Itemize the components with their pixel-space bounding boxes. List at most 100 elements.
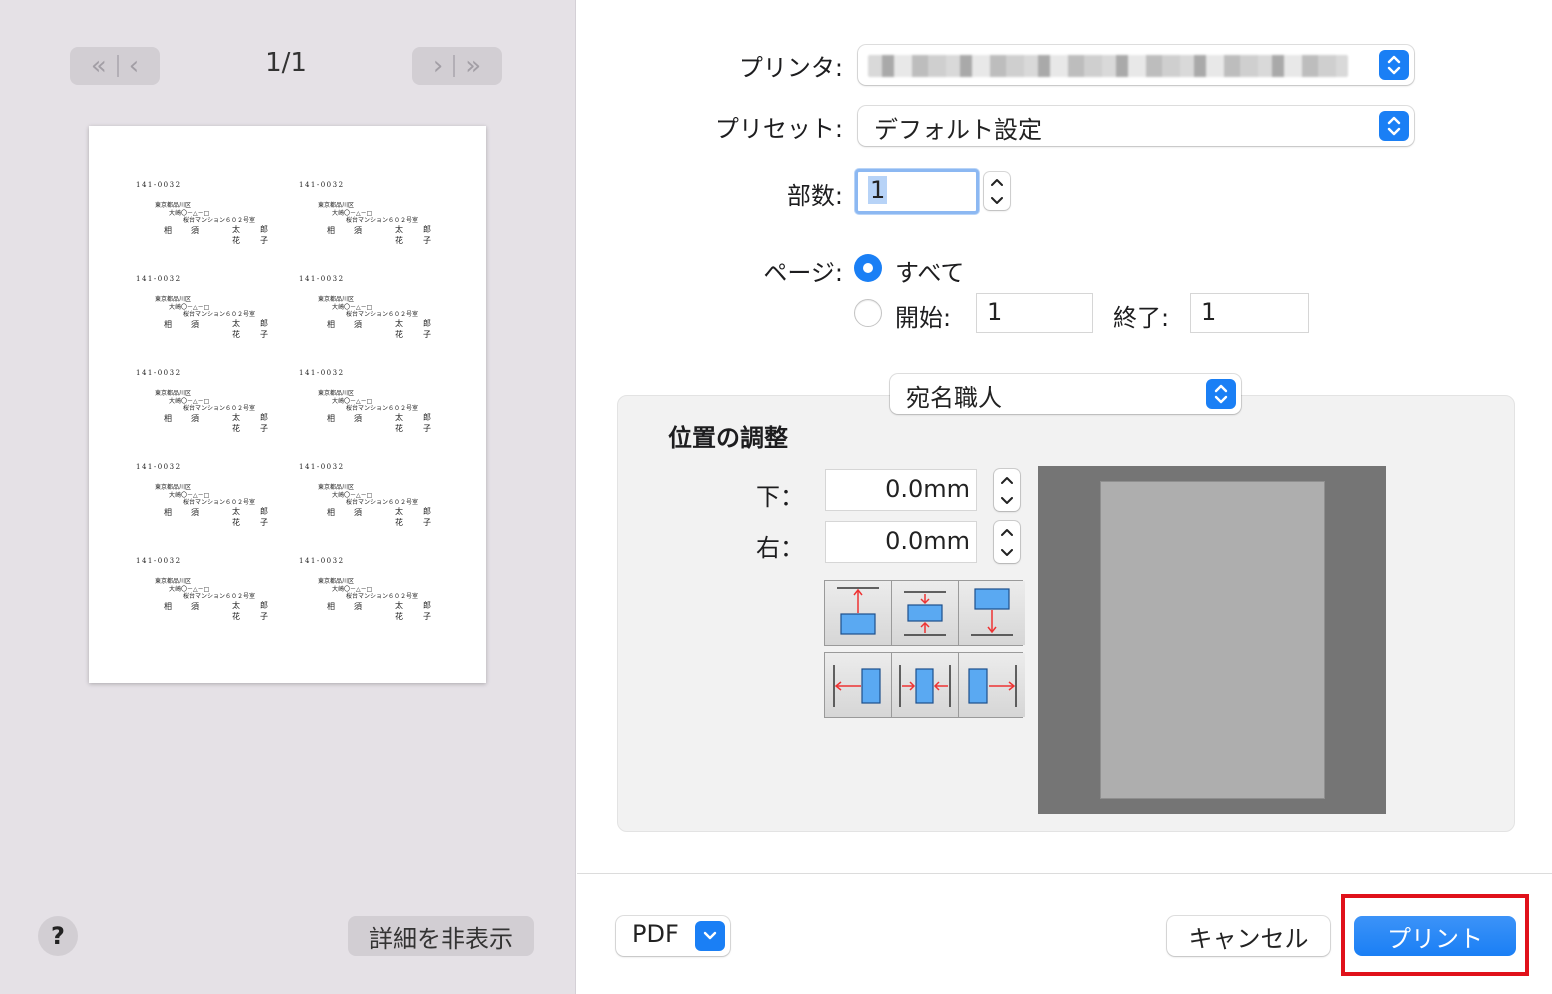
right-offset-stepper[interactable] — [994, 521, 1020, 563]
align-bottom-button[interactable] — [959, 581, 1025, 645]
chevron-up-icon[interactable] — [991, 178, 1003, 186]
address-label-given2: 郎 — [260, 507, 268, 516]
address-label-given1: 太 — [232, 507, 240, 516]
right-offset-field[interactable]: 0.0mm — [825, 521, 977, 563]
pages-range-radio[interactable] — [854, 299, 882, 327]
position-preview — [1038, 466, 1386, 814]
pages-to-label: 終了: — [1113, 304, 1170, 332]
copies-field[interactable]: 1 — [855, 169, 979, 214]
address-label-family1: 相 — [164, 320, 172, 329]
footer-divider — [577, 873, 1552, 874]
address-label-given1: 太 — [395, 601, 403, 610]
bottom-offset-stepper[interactable] — [994, 469, 1020, 511]
address-label-family1: 相 — [327, 508, 335, 517]
address-label-address3: 桜台マンション６０２号室 — [183, 593, 256, 600]
align-center-icon — [899, 665, 951, 707]
print-button-highlight — [1341, 894, 1529, 976]
first-page-icon[interactable]: « — [91, 51, 107, 81]
next-page-icon[interactable]: › — [433, 51, 443, 81]
preset-popup[interactable]: デフォルト設定 — [858, 106, 1414, 146]
preset-label: プリセット: — [714, 115, 843, 143]
address-label-family1: 相 — [327, 602, 335, 611]
hide-details-button[interactable]: 詳細を非表示 — [348, 916, 534, 956]
address-label-given2: 郎 — [423, 601, 431, 610]
pages-from-field[interactable]: 1 — [976, 293, 1093, 333]
address-label-address3: 桜台マンション６０２号室 — [183, 499, 256, 506]
address-label-zip: 141-0032 — [136, 463, 182, 471]
address-label: 141-0032 東京都品川区 大崎〇－△－□ 桜台マンション６０２号室相須太郎花子 — [136, 275, 286, 345]
updown-chevron-icon — [1379, 111, 1409, 141]
address-label-given2: 郎 — [423, 507, 431, 516]
address-label-zip: 141-0032 — [136, 557, 182, 565]
horizontal-align-buttons — [824, 652, 1025, 718]
address-label-zip: 141-0032 — [299, 557, 345, 565]
address-label-address3: 桜台マンション６０２号室 — [183, 217, 256, 224]
address-label-given3: 花 — [232, 236, 240, 245]
address-label-family1: 相 — [327, 414, 335, 423]
align-center-button[interactable] — [892, 653, 959, 717]
address-label-given4: 子 — [260, 518, 268, 527]
chevron-down-icon — [695, 921, 725, 951]
align-middle-icon — [904, 591, 946, 636]
last-page-icon[interactable]: » — [465, 51, 481, 81]
bottom-offset-field[interactable]: 0.0mm — [825, 469, 977, 511]
chevron-up-icon[interactable] — [1001, 476, 1013, 484]
align-top-icon — [837, 587, 879, 635]
address-label-given3: 花 — [232, 518, 240, 527]
address-label: 141-0032 東京都品川区 大崎〇－△－□ 桜台マンション６０２号室相須太郎花子 — [299, 557, 449, 627]
align-middle-button[interactable] — [892, 581, 959, 645]
address-label-given3: 花 — [395, 612, 403, 621]
app-section-value: 宛名職人 — [906, 384, 1002, 412]
address-label-address3: 桜台マンション６０２号室 — [183, 405, 256, 412]
page-indicator: 1/1 — [265, 48, 307, 78]
pages-from-label: 開始: — [895, 304, 952, 332]
address-label-zip: 141-0032 — [136, 369, 182, 377]
separator — [453, 55, 456, 77]
address-label-given1: 太 — [395, 319, 403, 328]
address-label-given4: 子 — [423, 424, 431, 433]
copies-stepper[interactable] — [984, 172, 1010, 210]
address-label: 141-0032 東京都品川区 大崎〇－△－□ 桜台マンション６０２号室相須太郎花子 — [136, 369, 286, 439]
address-label-family1: 相 — [164, 414, 172, 423]
previous-page-buttons[interactable]: « ‹ — [70, 47, 160, 85]
address-label-given2: 郎 — [423, 413, 431, 422]
address-label-zip: 141-0032 — [299, 275, 345, 283]
chevron-down-icon[interactable] — [1001, 548, 1013, 557]
address-label-family2: 須 — [354, 320, 362, 329]
pages-all-radio[interactable] — [854, 254, 882, 282]
address-label-zip: 141-0032 — [299, 369, 345, 377]
align-right-button[interactable] — [959, 653, 1025, 717]
address-label-given2: 郎 — [260, 413, 268, 422]
address-label: 141-0032 東京都品川区 大崎〇－△－□ 桜台マンション６０２号室相須太郎花子 — [136, 463, 286, 533]
address-label-zip: 141-0032 — [136, 181, 182, 189]
printer-popup[interactable] — [858, 45, 1414, 85]
chevron-down-icon[interactable] — [991, 196, 1003, 205]
address-label-given2: 郎 — [260, 225, 268, 234]
address-label-family2: 須 — [191, 414, 199, 423]
pages-to-field[interactable]: 1 — [1190, 293, 1309, 333]
address-label-family2: 須 — [354, 602, 362, 611]
align-top-button[interactable] — [825, 581, 892, 645]
address-label-family2: 須 — [354, 226, 362, 235]
cancel-button[interactable]: キャンセル — [1167, 916, 1330, 956]
address-label-given3: 花 — [395, 518, 403, 527]
address-label-given3: 花 — [232, 330, 240, 339]
updown-chevron-icon — [1206, 379, 1236, 409]
app-section-popup[interactable]: 宛名職人 — [890, 374, 1241, 414]
address-label-family1: 相 — [164, 508, 172, 517]
chevron-up-icon[interactable] — [1001, 528, 1013, 536]
chevron-down-icon[interactable] — [1001, 496, 1013, 505]
pdf-menu-button[interactable]: PDF — [616, 916, 730, 956]
copies-value: 1 — [868, 176, 888, 204]
next-page-buttons[interactable]: › » — [412, 47, 502, 85]
printer-label: プリンタ: — [738, 54, 843, 82]
help-button[interactable]: ? — [38, 916, 78, 956]
address-label-address3: 桜台マンション６０２号室 — [346, 593, 419, 600]
page-preview: 141-0032 東京都品川区 大崎〇－△－□ 桜台マンション６０２号室相須太郎花子 1… — [89, 126, 486, 683]
address-label-given1: 太 — [232, 225, 240, 234]
address-label-address3: 桜台マンション６０２号室 — [346, 217, 419, 224]
previous-page-icon[interactable]: ‹ — [129, 51, 139, 81]
align-left-button[interactable] — [825, 653, 892, 717]
address-label-zip: 141-0032 — [299, 463, 345, 471]
address-label-given1: 太 — [232, 413, 240, 422]
